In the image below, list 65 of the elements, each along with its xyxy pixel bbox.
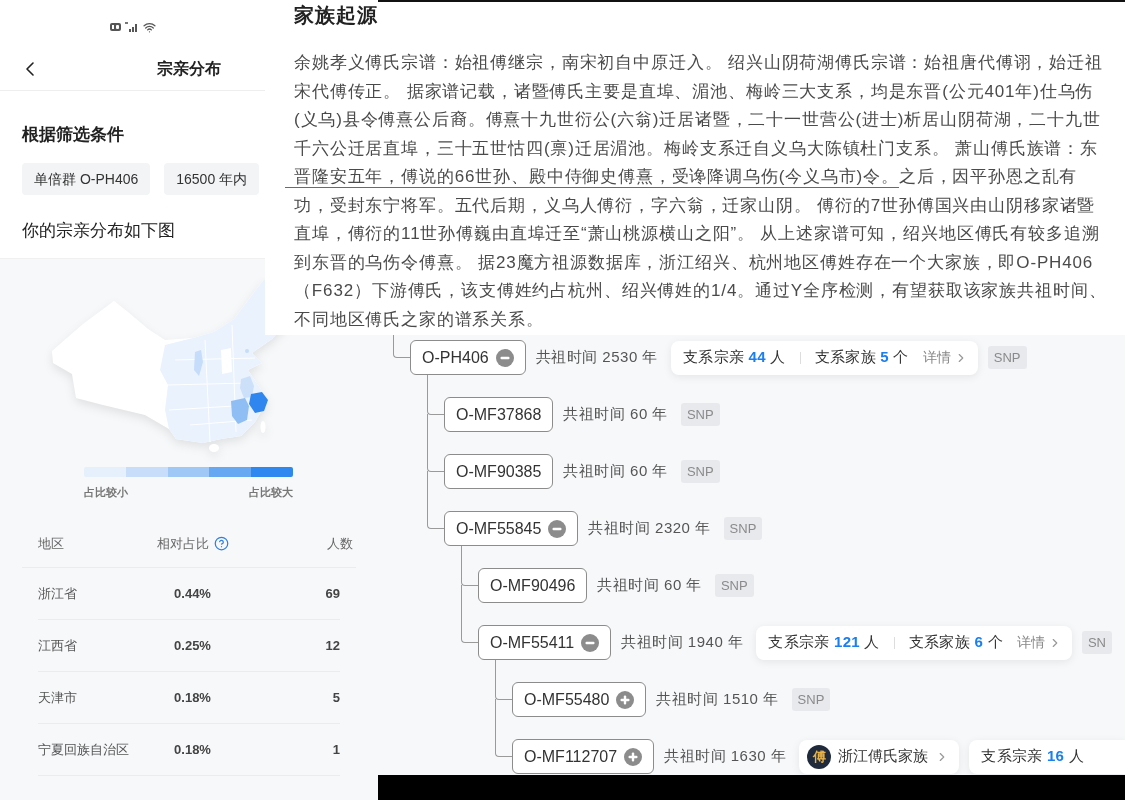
section-title: 家族起源 [294, 3, 378, 28]
haplogroup-node[interactable]: O-MF37868 [444, 397, 554, 432]
branch-families-count: 支系家族 6 个 [908, 633, 1003, 652]
common-ancestor-time: 共祖时间 60 年 [597, 576, 702, 595]
column-header: 人数 [327, 534, 353, 553]
family-avatar: 傅 [807, 744, 832, 769]
haplogroup-node[interactable]: O-MF90496 [478, 568, 588, 603]
haplogroup-node[interactable]: O-PH406 [410, 340, 526, 375]
column-header: 相对占比 [157, 534, 209, 553]
region-cell-text: 天津市 [38, 688, 78, 707]
filter-chip: 16500 年内 [164, 163, 260, 195]
haplogroup-node[interactable]: O-MF90385 [444, 454, 554, 489]
region-cell-text: 宁夏回族自治区 [38, 740, 130, 759]
ratio-cell-text: 0.18% [173, 742, 212, 757]
branch-relatives-count: 支系宗亲 16 人 [981, 747, 1085, 766]
signal-icon [125, 22, 139, 32]
branch-families-count: 支系家族 5 个 [814, 348, 909, 367]
snp-tag: SNP [714, 574, 754, 597]
region-cell-text: 浙江省 [38, 584, 78, 603]
minus-circle-icon[interactable] [495, 348, 514, 367]
region-cell-text: 江西省 [38, 636, 78, 655]
count-cell-text: 1 [331, 742, 340, 757]
details-link[interactable]: 详情 [1016, 633, 1062, 652]
map-caption: 你的宗亲分布如下图 [22, 220, 175, 242]
ratio-cell-text: 0.44% [173, 586, 212, 601]
legend-high-label: 占比较大 [249, 485, 293, 500]
filter-heading: 根据筛选条件 [22, 124, 124, 146]
haplogroup-node[interactable]: O-MF55411 [478, 625, 612, 660]
origin-paragraph: 余姚孝义傅氏宗谱：始祖傅继宗，南宋初自中原迁入。 绍兴山阴荷湖傅氏宗谱：始祖唐代傅诩，始迁祖 宋代傅传正。 据家谱记载，诸暨傅氏主要是直埠、湄池、梅岭三大支系，均是东晋(公元401年)仕乌伤 (义乌)县令傅熹公后裔。傅熹十九世衍公(六翁)迁居诸暨，二十一世营公(进士)析居山阴荷湖，二十九世 千六公迁居直埠，三十五世怙四(禀)迁居湄池。梅岭支系迁自义乌大陈镇杜门支系。 萧山傅氏族谱：东 晋隆安五年，傅说的66世孙、殿中侍御史傅熹，受谗降调乌伤(今义乌市)令。之后，因平孙恩之乱有 功，受封东宁将军。五代后期，义乌人傅衍，字六翁，迁家山阴。 傅衍的7世孙傅国兴由山阴移家诸暨 直埠，傅衍的11世孙傅巍由直埠迁至“萧山桃源横山之阳”。 从上述家谱可知，绍兴地区傅氏有较多追溯 到东晋的乌伤令傅熹。 据23魔方祖源数据库，浙江绍兴、杭州地区傅姓存在一个大家族，即O-PH406 （F632）下游傅氏，该支傅姓约占杭州、绍兴傅姓的1/4。通过Y全序检测，有望获取该家族共祖时间、 不同地区傅氏之家的谱系关系。 [294, 52, 1107, 331]
help-icon[interactable] [214, 536, 229, 551]
family-card[interactable]: 傅 浙江傅氏家族 [799, 739, 960, 774]
haplogroup-node[interactable]: O-MF55845 [444, 511, 579, 546]
snp-tag: SNP [723, 517, 763, 540]
ratio-cell-text: 0.18% [173, 690, 212, 705]
branch-relatives-count: 支系宗亲 44 人 [682, 348, 786, 367]
snp-tag: SNP [987, 346, 1027, 369]
column-header: 地区 [38, 534, 64, 553]
common-ancestor-time: 共祖时间 2320 年 [588, 519, 711, 538]
legend-low-label: 占比较小 [84, 485, 128, 500]
common-ancestor-time: 共祖时间 1630 年 [664, 747, 787, 766]
count-cell-text: 5 [331, 690, 340, 705]
common-ancestor-time: 共祖时间 1940 年 [621, 633, 744, 652]
count-cell-text: 69 [324, 586, 340, 601]
common-ancestor-time: 共祖时间 1510 年 [656, 690, 779, 709]
common-ancestor-time: 共祖时间 2530 年 [535, 348, 658, 367]
plus-circle-icon[interactable] [624, 747, 643, 766]
haplogroup-node[interactable]: O-MF55480 [512, 682, 647, 717]
hd-icon [110, 23, 121, 31]
snp-tag: SN [1081, 631, 1112, 654]
count-cell-text: 12 [324, 638, 340, 653]
common-ancestor-time: 共祖时间 60 年 [563, 462, 668, 481]
snp-tag: SNP [791, 688, 831, 711]
details-link[interactable]: 详情 [922, 348, 968, 367]
haplogroup-node[interactable]: O-MF112707 [512, 739, 655, 774]
page-title: 宗亲分布 [157, 58, 221, 79]
wifi-icon [143, 20, 156, 34]
common-ancestor-time: 共祖时间 60 年 [563, 405, 668, 424]
minus-circle-icon[interactable] [581, 633, 600, 652]
minus-circle-icon[interactable] [548, 519, 567, 538]
snp-tag: SNP [680, 460, 720, 483]
snp-tag: SNP [680, 403, 720, 426]
ratio-cell-text: 0.25% [173, 638, 212, 653]
branch-relatives-count: 支系宗亲 121 人 [768, 633, 880, 652]
plus-circle-icon[interactable] [616, 690, 635, 709]
filter-chip: 单倍群 O-PH406 [22, 163, 151, 195]
